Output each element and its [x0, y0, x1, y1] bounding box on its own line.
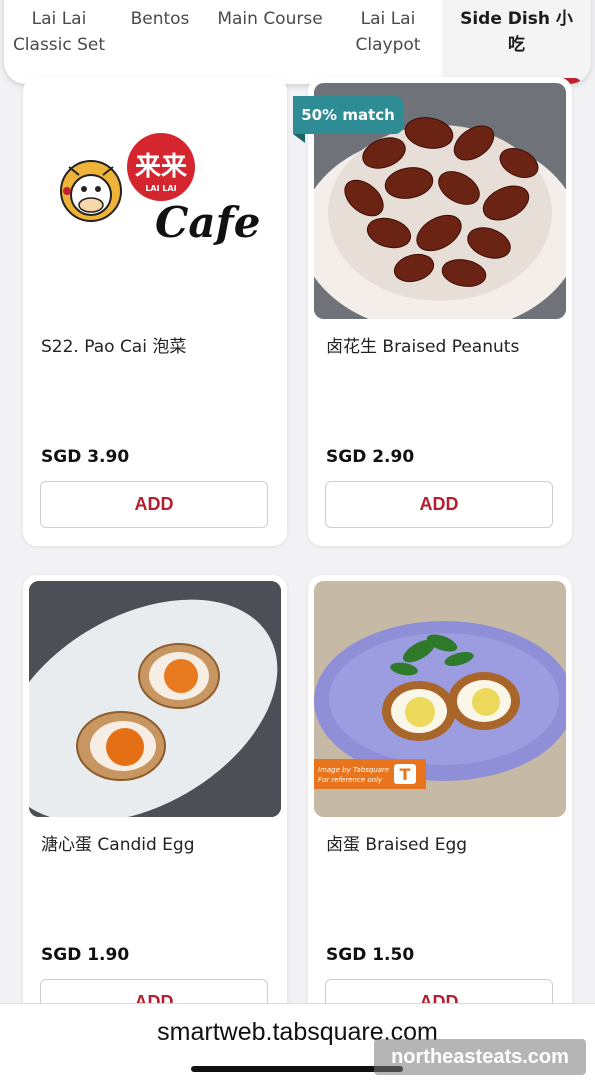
product-card[interactable]: 卤花生 Braised Peanuts SGD 2.90 ADD: [308, 77, 572, 546]
product-card[interactable]: 来来 LAI LAI Cafe S22. Pao Cai 泡菜 SGD 3.90…: [23, 77, 287, 546]
product-name: 卤蛋 Braised Egg: [326, 835, 468, 855]
product-price: SGD 3.90: [41, 447, 130, 467]
tab-main-course[interactable]: Main Course: [206, 0, 334, 84]
product-name: S22. Pao Cai 泡菜: [41, 337, 187, 357]
category-tab-bar: Lai Lai Classic Set Bentos Main Course L…: [4, 0, 591, 84]
add-button[interactable]: ADD: [325, 481, 553, 528]
product-price: SGD 1.50: [326, 945, 415, 965]
product-image-logo[interactable]: 来来 LAI LAI Cafe: [29, 83, 281, 319]
product-name: 溏心蛋 Candid Egg: [41, 835, 195, 855]
image-overlay-line2: For reference only: [318, 776, 383, 784]
tab-label: 吃: [508, 35, 525, 55]
logo-brand-latin: LAI LAI: [145, 184, 176, 193]
tab-label: Side Dish 小: [460, 9, 573, 29]
product-price: SGD 2.90: [326, 447, 415, 467]
logo-cafe-text: Cafe: [155, 198, 260, 247]
product-price: SGD 1.90: [41, 945, 130, 965]
category-tab-bar-wrap: Lai Lai Classic Set Bentos Main Course L…: [0, 0, 595, 86]
product-name: 卤花生 Braised Peanuts: [326, 337, 520, 357]
lai-lai-cafe-logo: 来来 LAI LAI Cafe: [60, 133, 260, 247]
match-badge: 50% match: [293, 96, 403, 143]
tabsquare-logo-letter: T: [400, 765, 411, 784]
braised-egg-photo: Image by Tabsquare For reference only T: [314, 581, 566, 817]
home-indicator[interactable]: [191, 1066, 403, 1072]
tab-lai-lai-claypot[interactable]: Lai Lai Claypot: [334, 0, 442, 84]
product-card[interactable]: 溏心蛋 Candid Egg SGD 1.90 ADD: [23, 575, 287, 1045]
product-image-candid-egg[interactable]: [29, 581, 281, 817]
candid-egg-photo: [29, 581, 281, 817]
tab-label: Main Course: [217, 9, 323, 29]
watermark: northeasteats.com: [374, 1039, 586, 1075]
image-overlay-line1: Image by Tabsquare: [318, 766, 389, 774]
product-card[interactable]: Image by Tabsquare For reference only T …: [308, 575, 572, 1045]
logo-brand-text: 来来: [135, 152, 188, 182]
tab-label: Classic Set: [12, 35, 106, 55]
tab-label: Lai Lai: [31, 9, 87, 29]
tab-side-dish[interactable]: Side Dish 小 吃: [442, 0, 591, 84]
tab-label: Lai Lai: [360, 9, 416, 29]
add-button[interactable]: ADD: [40, 481, 268, 528]
product-image-braised-egg[interactable]: Image by Tabsquare For reference only T: [314, 581, 566, 817]
tab-label: Claypot: [355, 35, 421, 55]
tab-lai-lai-classic-set[interactable]: Lai Lai Classic Set: [4, 0, 114, 84]
tab-label: Bentos: [130, 9, 190, 29]
tab-bentos[interactable]: Bentos: [114, 0, 206, 84]
